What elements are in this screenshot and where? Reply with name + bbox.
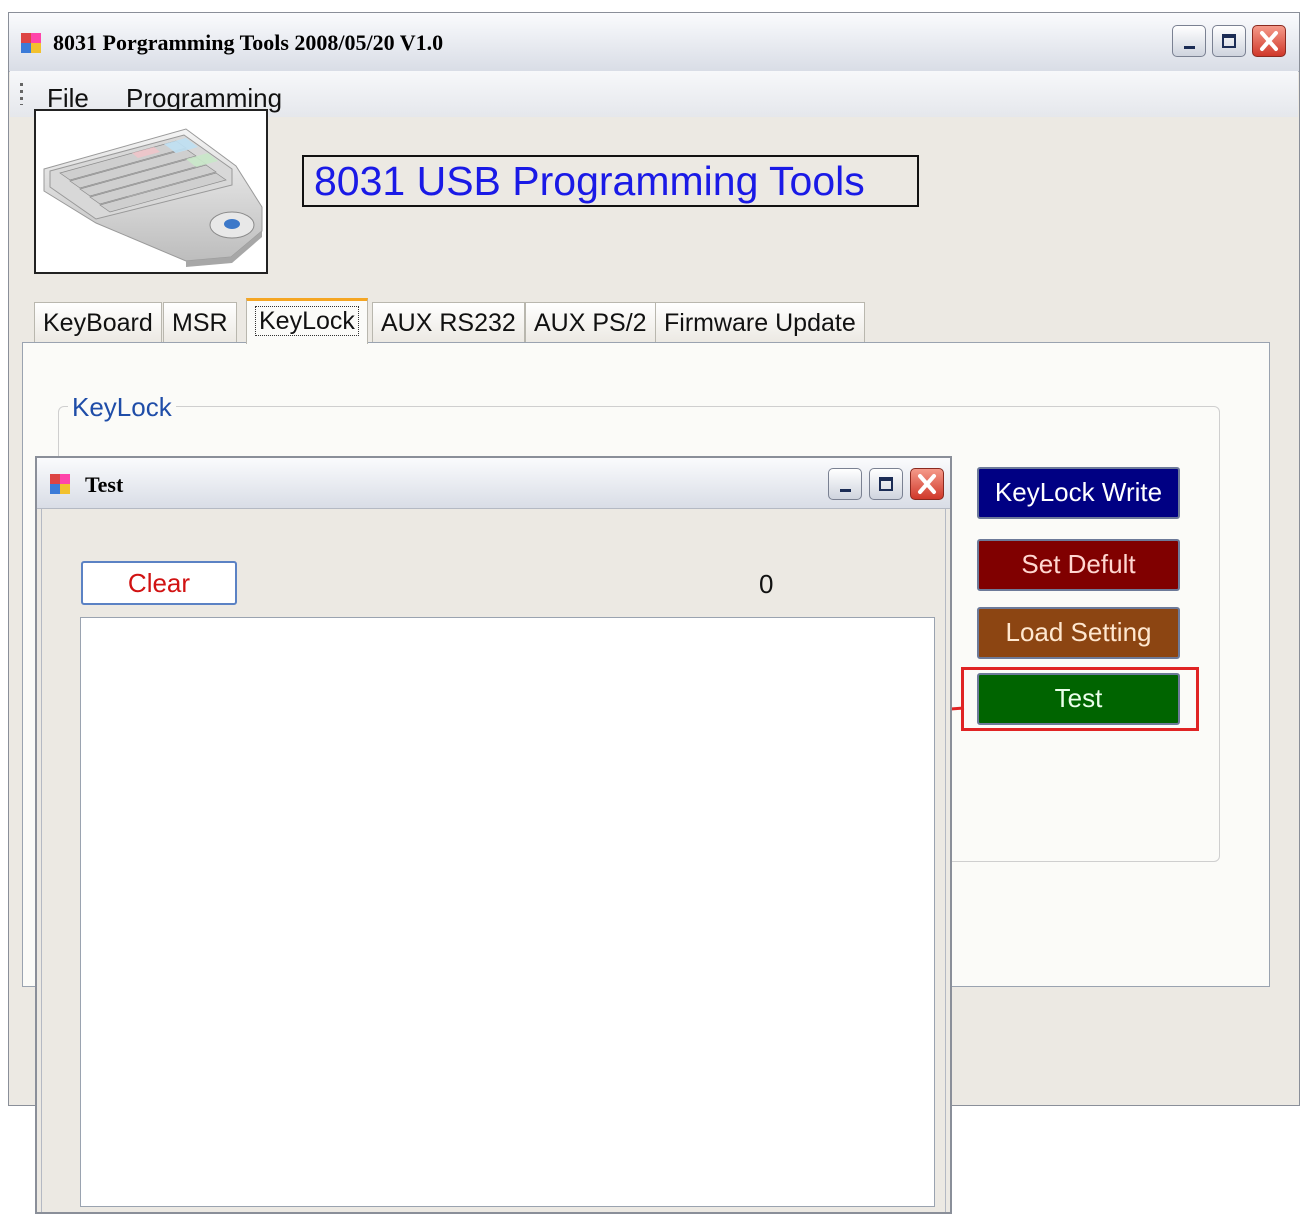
maximize-icon [1222, 34, 1236, 48]
keylock-group-label: KeyLock [68, 392, 176, 423]
tab-keyboard[interactable]: KeyBoard [34, 302, 162, 342]
tab-keylock[interactable]: KeyLock [246, 298, 368, 344]
keyboard-illustration [43, 128, 263, 267]
set-default-button[interactable]: Set Defult [977, 539, 1180, 591]
tab-label: MSR [172, 309, 228, 337]
menu-grip[interactable] [20, 83, 23, 105]
tab-label: AUX RS232 [381, 309, 516, 337]
app-icon [21, 33, 41, 53]
close-icon [1260, 31, 1278, 51]
tab-label: AUX PS/2 [534, 309, 647, 337]
maximize-icon [879, 477, 893, 491]
keyboard-image [34, 109, 268, 274]
main-titlebar[interactable]: 8031 Porgramming Tools 2008/05/20 V1.0 [9, 13, 1299, 72]
test-window: Test Clear 0 [35, 456, 952, 1214]
maximize-button[interactable] [869, 468, 903, 500]
app-heading: 8031 USB Programming Tools [302, 155, 919, 207]
tab-firmware-update[interactable]: Firmware Update [655, 302, 865, 342]
annotation-highlight [961, 667, 1199, 731]
minimize-button[interactable] [828, 468, 862, 500]
keylock-write-button[interactable]: KeyLock Write [977, 467, 1180, 519]
tab-label: KeyLock [255, 306, 359, 336]
test-titlebar[interactable]: Test [37, 458, 950, 509]
minimize-button[interactable] [1172, 25, 1206, 57]
maximize-button[interactable] [1212, 25, 1246, 57]
key-counter: 0 [759, 569, 774, 599]
tab-label: KeyBoard [43, 309, 153, 337]
minimize-icon [840, 489, 851, 492]
close-button[interactable] [1252, 25, 1286, 57]
test-output-textbox[interactable] [80, 617, 935, 1207]
load-setting-button[interactable]: Load Setting [977, 607, 1180, 659]
tab-label: Firmware Update [664, 309, 856, 337]
clear-button[interactable]: Clear [81, 561, 237, 605]
minimize-icon [1184, 46, 1195, 49]
tab-aux-ps2[interactable]: AUX PS/2 [525, 302, 656, 342]
tab-msr[interactable]: MSR [163, 302, 237, 342]
test-client-area: Clear 0 [41, 508, 946, 1212]
main-window-title: 8031 Porgramming Tools 2008/05/20 V1.0 [53, 30, 444, 55]
close-button[interactable] [910, 468, 944, 500]
tab-aux-rs232[interactable]: AUX RS232 [372, 302, 525, 342]
close-icon [918, 474, 936, 494]
test-window-title: Test [85, 472, 124, 497]
app-icon [50, 474, 70, 494]
